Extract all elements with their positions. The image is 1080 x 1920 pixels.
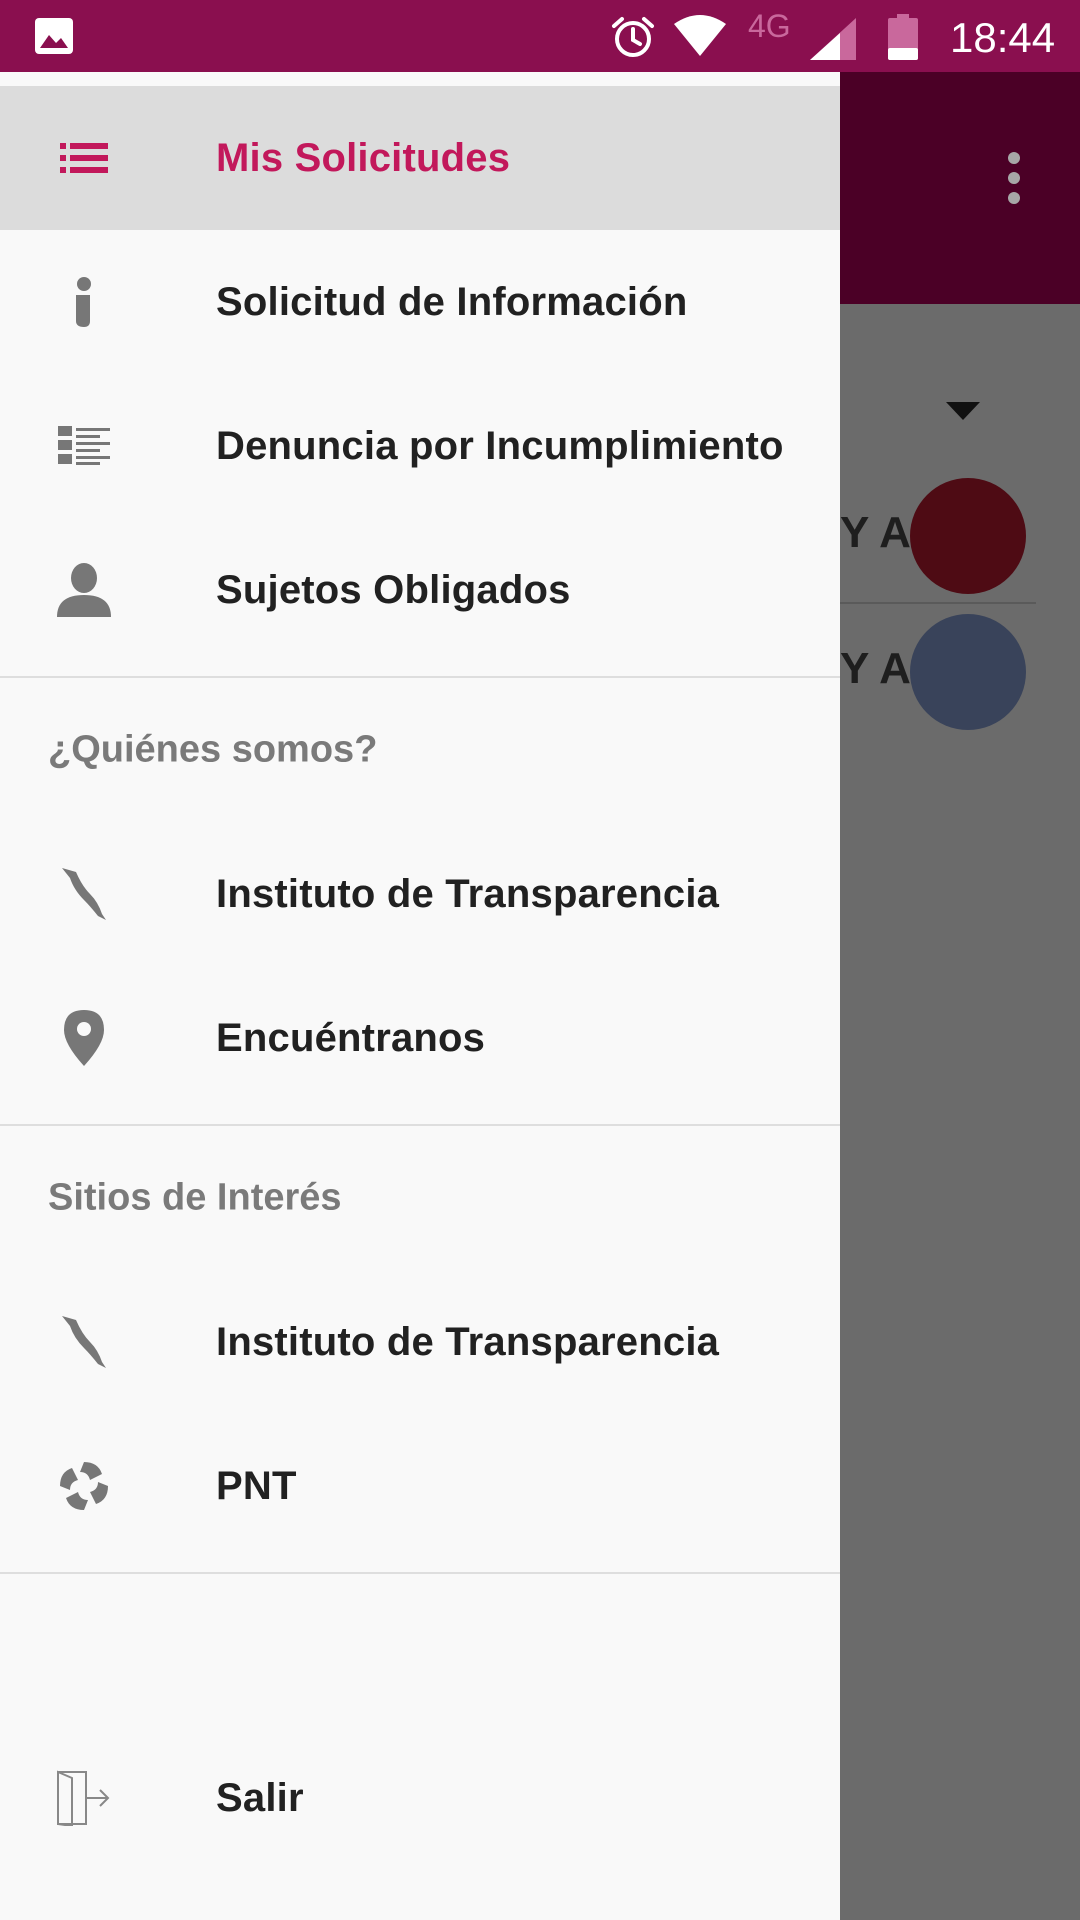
drawer-item-label: Denuncia por Incumplimiento (216, 423, 784, 468)
drawer-item-label: Salir (216, 1775, 304, 1820)
divider (840, 602, 1036, 604)
drawer-spacer (0, 1574, 840, 1726)
drawer-item-instituto-transparencia-sitio[interactable]: Instituto de Transparencia (0, 1270, 840, 1414)
info-icon (50, 268, 118, 336)
section-header-quienes-somos: ¿Quiénes somos? (0, 678, 840, 822)
avatar (910, 614, 1026, 730)
drawer-item-mis-solicitudes[interactable]: Mis Solicitudes (0, 86, 840, 230)
report-list-icon (50, 412, 118, 480)
drawer-item-label: Sujetos Obligados (216, 567, 571, 612)
gallery-notification-icon (35, 18, 73, 54)
list-item-title: Y A (840, 644, 911, 693)
person-icon (50, 556, 118, 624)
signal-strength-icon (810, 18, 856, 60)
drawer-top-gap (0, 72, 840, 86)
section-title: ¿Quiénes somos? (48, 728, 378, 771)
alarm-icon (612, 17, 654, 57)
drawer-item-sujetos-obligados[interactable]: Sujetos Obligados (0, 518, 840, 662)
drawer-item-pnt[interactable]: PNT (0, 1414, 840, 1558)
status-bar: 4G 18:44 (0, 0, 1080, 72)
drawer-item-label: PNT (216, 1463, 297, 1508)
drawer-item-encuentranos[interactable]: Encuéntranos (0, 966, 840, 1110)
section-title: Sitios de Interés (48, 1176, 342, 1219)
network-type-label: 4G (748, 8, 791, 44)
drawer-item-salir[interactable]: Salir (0, 1726, 840, 1870)
drawer-item-label: Mis Solicitudes (216, 135, 511, 180)
avatar (910, 478, 1026, 594)
wifi-icon (674, 15, 726, 56)
more-options-icon[interactable] (1000, 128, 1028, 218)
navigation-drawer: Mis Solicitudes Solicitud de Información (0, 72, 840, 1920)
location-pin-icon (50, 1004, 118, 1072)
drawer-item-label: Solicitud de Información (216, 279, 688, 324)
dropdown-arrow-icon[interactable] (946, 402, 980, 422)
state-map-icon (50, 860, 118, 928)
drawer-item-label: Instituto de Transparencia (216, 1319, 720, 1364)
drawer-item-instituto-transparencia[interactable]: Instituto de Transparencia (0, 822, 840, 966)
drawer-item-label: Encuéntranos (216, 1015, 486, 1060)
clock: 18:44 (950, 14, 1056, 61)
list-icon (50, 124, 118, 192)
section-header-sitios-interes: Sitios de Interés (0, 1126, 840, 1270)
drawer-item-denuncia[interactable]: Denuncia por Incumplimiento (0, 374, 840, 518)
battery-icon (888, 14, 918, 60)
list-item-title: Y A (840, 508, 911, 557)
drawer-item-label: Instituto de Transparencia (216, 871, 720, 916)
logout-door-icon (50, 1764, 118, 1832)
drawer-item-solicitud-informacion[interactable]: Solicitud de Información (0, 230, 840, 374)
pnt-logo-icon (50, 1452, 118, 1520)
state-map-icon (50, 1308, 118, 1376)
